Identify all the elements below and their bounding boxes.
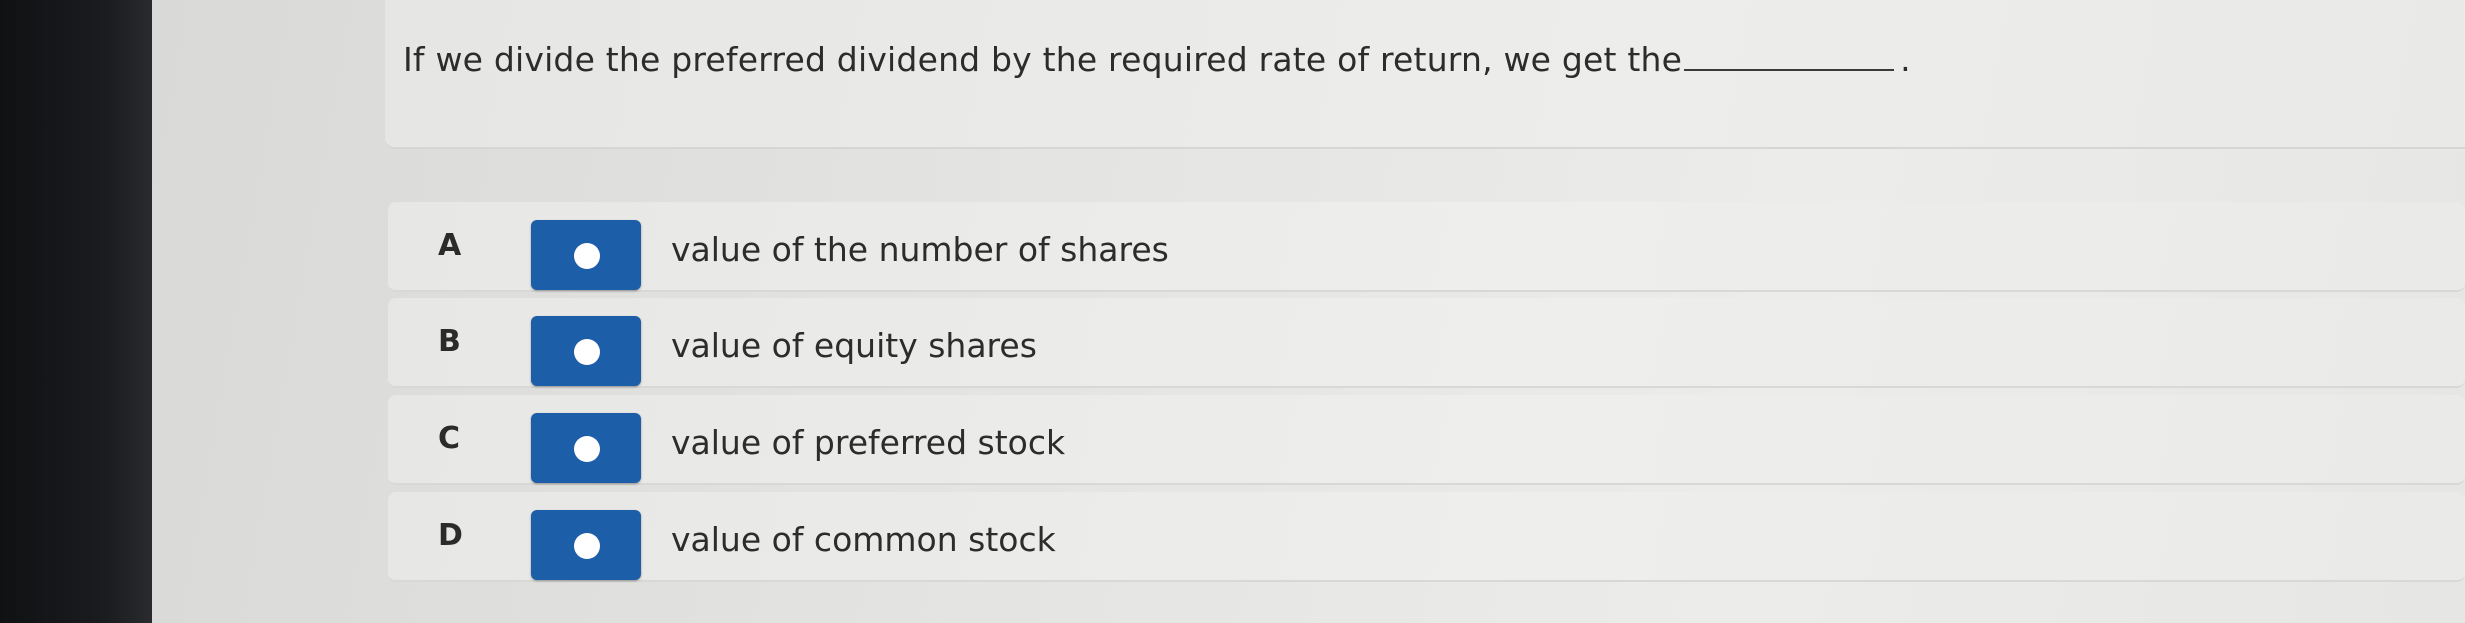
option-letter: B <box>438 324 461 359</box>
radio-button-d[interactable] <box>531 510 641 580</box>
option-text: value of preferred stock <box>671 423 1066 462</box>
option-b[interactable]: B value of equity shares <box>388 298 2465 388</box>
radio-button-icon <box>574 339 600 365</box>
monitor-bezel <box>0 0 152 623</box>
question-prompt: If we divide the preferred dividend by t… <box>403 40 1911 79</box>
option-letter: D <box>438 518 463 553</box>
option-d[interactable]: D value of common stock <box>388 492 2465 582</box>
option-text: value of equity shares <box>671 326 1037 365</box>
question-text: If we divide the preferred dividend by t… <box>403 40 1683 79</box>
option-a[interactable]: A value of the number of shares <box>388 202 2465 292</box>
answer-blank <box>1684 47 1895 71</box>
option-text: value of common stock <box>671 520 1056 559</box>
radio-button-c[interactable] <box>531 413 641 483</box>
option-letter: A <box>438 228 462 263</box>
radio-button-icon <box>574 243 600 269</box>
radio-button-icon <box>574 436 600 462</box>
radio-button-a[interactable] <box>531 220 641 290</box>
option-letter: C <box>438 421 461 456</box>
option-c[interactable]: C value of preferred stock <box>388 395 2465 485</box>
radio-button-b[interactable] <box>531 316 641 386</box>
radio-button-icon <box>574 533 600 559</box>
option-text: value of the number of shares <box>671 230 1169 269</box>
question-end-punctuation: . <box>1900 40 1911 79</box>
